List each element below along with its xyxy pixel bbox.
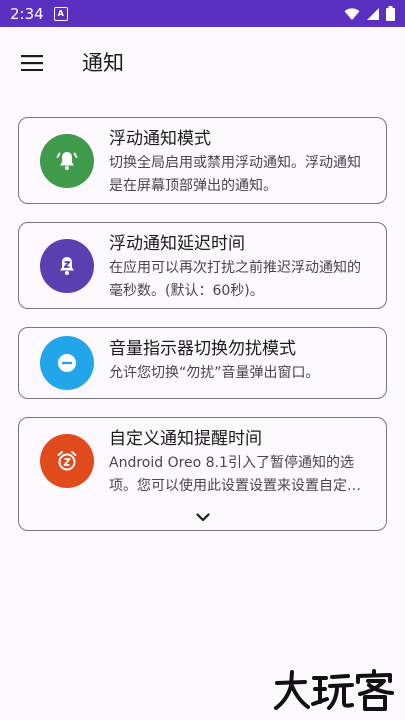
wifi-icon xyxy=(344,7,360,20)
snooze-alarm-icon xyxy=(57,451,77,471)
card-title: 音量指示器切换勿扰模式 xyxy=(109,339,296,359)
do-not-disturb-icon xyxy=(58,354,76,372)
card-title: 自定义通知提醒时间 xyxy=(109,429,262,449)
card-avatar xyxy=(40,336,94,390)
menu-button[interactable] xyxy=(14,49,50,77)
card-avatar xyxy=(40,434,94,488)
card-description: 切换全局启用或禁用浮动通知。浮动通知是在屏幕顶部弹出的通知。 xyxy=(109,155,361,194)
snooze-bell-icon xyxy=(60,257,74,275)
a-badge-icon: A xyxy=(53,6,68,21)
chevron-down-icon xyxy=(196,512,210,521)
card-floating-notification-mode[interactable]: 浮动通知模式 切换全局启用或禁用浮动通知。浮动通知是在屏幕顶部弹出的通知。 xyxy=(18,117,387,204)
status-bar: 2:34 A xyxy=(0,0,405,27)
card-description: Android Oreo 8.1引入了暂停通知的选项。您可以使用此设置设置来设置… xyxy=(109,455,361,494)
card-avatar xyxy=(40,239,94,293)
menu-icon xyxy=(21,55,43,71)
status-time: 2:34 xyxy=(10,4,44,23)
expand-button[interactable] xyxy=(191,506,215,528)
signal-icon xyxy=(367,7,379,20)
page-title: 通知 xyxy=(82,51,124,75)
status-icons xyxy=(344,6,395,21)
card-avatar xyxy=(40,134,94,188)
bell-icon xyxy=(56,152,78,170)
card-volume-dnd-toggle[interactable]: 音量指示器切换勿扰模式 允许您切换“勿扰”音量弹出窗口。 xyxy=(18,327,387,399)
watermark-logo xyxy=(272,668,396,712)
app-bar: 通知 xyxy=(0,27,405,99)
card-description: 允许您切换“勿扰”音量弹出窗口。 xyxy=(109,365,320,381)
card-title: 浮动通知延迟时间 xyxy=(109,234,245,254)
card-floating-notification-delay[interactable]: 浮动通知延迟时间 在应用可以再次打扰之前推迟浮动通知的毫秒数。(默认：60秒)。 xyxy=(18,222,387,309)
card-custom-snooze-time[interactable]: 自定义通知提醒时间 Android Oreo 8.1引入了暂停通知的选项。您可以… xyxy=(18,417,387,531)
card-description: 在应用可以再次打扰之前推迟浮动通知的毫秒数。(默认：60秒)。 xyxy=(109,260,361,299)
battery-icon xyxy=(386,6,395,21)
card-title: 浮动通知模式 xyxy=(109,129,211,149)
